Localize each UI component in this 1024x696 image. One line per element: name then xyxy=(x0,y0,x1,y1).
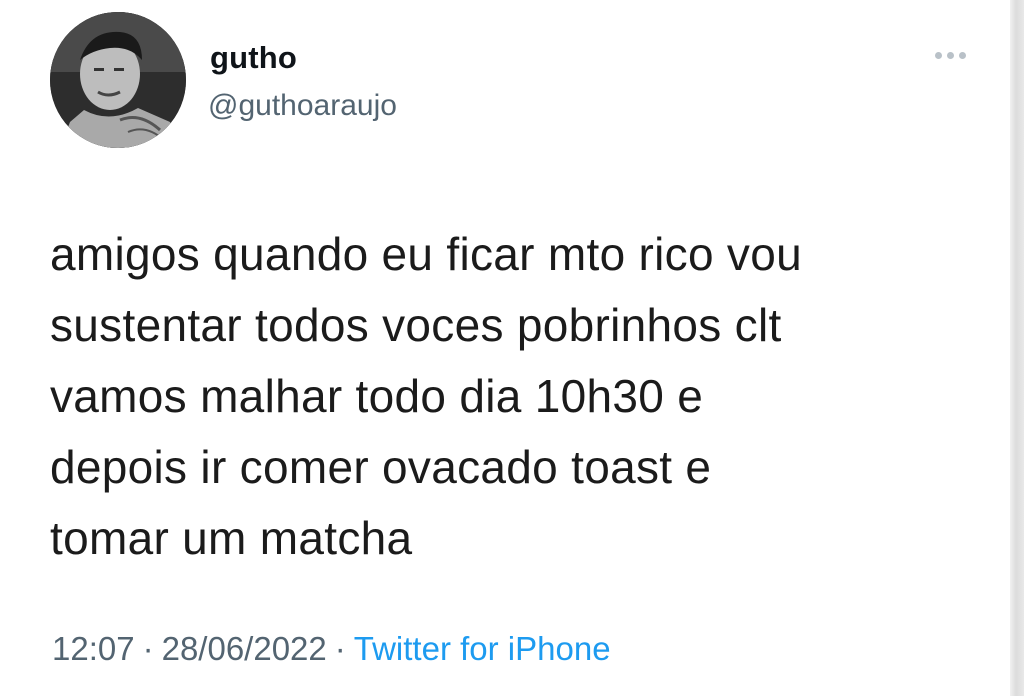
meta-separator: · xyxy=(142,630,154,667)
tweet-source-link[interactable]: Twitter for iPhone xyxy=(354,630,611,667)
tweet-text-line: amigos quando eu ficar mto rico vou xyxy=(50,228,803,280)
tweet-time[interactable]: 12:07 xyxy=(52,630,135,667)
avatar-photo xyxy=(50,12,186,148)
avatar[interactable] xyxy=(50,12,186,148)
window-edge xyxy=(1010,0,1024,696)
tweet-text-line: vamos malhar todo dia 10h30 e xyxy=(50,370,704,422)
tweet-text-line: sustentar todos voces pobrinhos clt xyxy=(50,299,782,351)
user-handle[interactable]: @guthoaraujo xyxy=(208,89,397,123)
tweet-date[interactable]: 28/06/2022 xyxy=(162,630,327,667)
meta-separator: · xyxy=(334,630,346,667)
tweet-text-line: depois ir comer ovacado toast e xyxy=(50,441,712,493)
more-options-icon-dot xyxy=(958,51,966,59)
tweet-card: gutho @guthoaraujo amigos quando eu fica… xyxy=(0,0,1024,696)
more-options-icon-dot xyxy=(946,51,954,59)
tweet-text: amigos quando eu ficar mto rico vou sust… xyxy=(50,219,970,574)
tweet-metadata: 12:07 · 28/06/2022 · Twitter for iPhone xyxy=(52,630,611,668)
more-options-icon xyxy=(934,51,942,59)
display-name[interactable]: gutho xyxy=(210,40,297,76)
tweet-text-line: tomar um matcha xyxy=(50,512,413,564)
more-options-button[interactable] xyxy=(928,44,972,66)
